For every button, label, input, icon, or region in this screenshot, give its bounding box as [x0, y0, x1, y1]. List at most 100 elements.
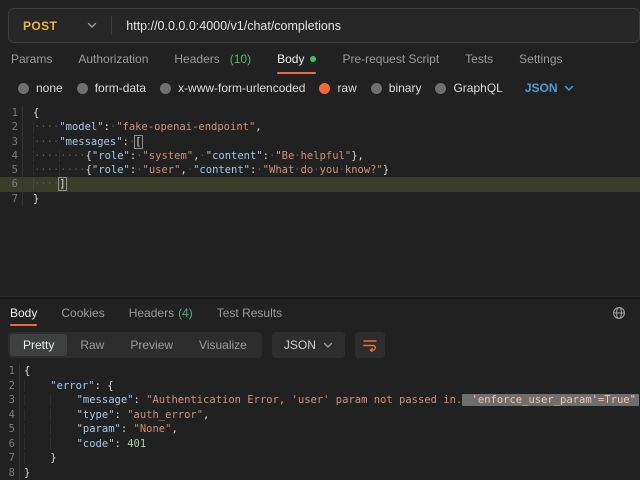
wrap-text-icon [362, 338, 378, 352]
code-line: 4 "type": "auth_error", [0, 408, 640, 423]
tab-label: Cookies [61, 306, 104, 320]
code-line: 6····] [0, 177, 640, 191]
mode-label: form-data [95, 81, 146, 95]
line-number: 3 [0, 393, 20, 408]
raw-type-label: JSON [525, 81, 558, 95]
indent-space: ···· [33, 150, 59, 162]
mode-graphql[interactable]: GraphQL [435, 81, 502, 95]
token: "What·do·you·know?" [263, 164, 383, 176]
indent-space [24, 394, 50, 406]
code-line: 7} [0, 192, 640, 206]
line-number: 7 [0, 192, 23, 206]
code-line: 7 } [0, 451, 640, 466]
token: } [50, 452, 56, 464]
response-tab-headers[interactable]: Headers(4) [129, 299, 193, 327]
mode-label: raw [337, 81, 356, 95]
mode-none[interactable]: none [18, 81, 63, 95]
token: : [121, 423, 134, 435]
mode-label: none [36, 81, 63, 95]
code-text: { [23, 106, 39, 120]
tab-label: Pre-request Script [342, 52, 439, 66]
space-dot: · [294, 150, 300, 162]
token: } [383, 164, 389, 176]
token: : [134, 394, 147, 406]
line-number: 2 [0, 379, 20, 394]
token: "Be·helpful" [275, 150, 351, 162]
request-tabs: Params Authorization Headers (10) Body Pre-re… [0, 43, 640, 75]
tab-count-badge: (10) [230, 52, 251, 66]
url-input[interactable]: http://0.0.0.0:4000/v1/chat/completions [112, 19, 341, 33]
globe-icon[interactable] [612, 299, 626, 327]
view-preview[interactable]: Preview [117, 334, 186, 356]
indent-space [50, 394, 76, 406]
radio-icon [77, 83, 88, 94]
token: } [33, 193, 39, 205]
wrap-text-button[interactable] [355, 332, 385, 358]
tab-label: Test Results [217, 306, 282, 320]
token: "content" [206, 150, 263, 162]
tab-tests[interactable]: Tests [465, 43, 493, 75]
mode-raw[interactable]: raw [319, 81, 356, 95]
line-number: 8 [0, 466, 20, 480]
line-number: 4 [0, 408, 20, 423]
response-body-viewer[interactable]: 1{2 "error": {3 "message": "Authenticati… [0, 364, 640, 480]
mode-x-www-form-urlencoded[interactable]: x-www-form-urlencoded [160, 81, 305, 95]
request-body-editor[interactable]: 1{2····"model":·"fake-openai-endpoint",3… [0, 106, 640, 296]
token: "Authentication Error, 'user' param not … [146, 394, 462, 406]
tab-headers[interactable]: Headers (10) [174, 43, 251, 75]
token: :· [123, 136, 136, 148]
code-line: 3 "message": "Authentication Error, 'use… [0, 393, 640, 408]
response-tabs: Body Cookies Headers(4) Test Results [0, 299, 640, 327]
indent-space: ···· [33, 178, 59, 190]
raw-type-dropdown[interactable]: JSON [525, 81, 574, 95]
mode-label: x-www-form-urlencoded [178, 81, 305, 95]
tab-pre-request-script[interactable]: Pre-request Script [342, 43, 439, 75]
response-tab-cookies[interactable]: Cookies [61, 299, 104, 327]
tab-authorization[interactable]: Authorization [78, 43, 148, 75]
token: "fake-openai-endpoint" [116, 121, 255, 133]
response-tab-body[interactable]: Body [10, 299, 37, 327]
tab-body[interactable]: Body [277, 43, 316, 75]
tab-label: Authorization [78, 52, 148, 66]
view-raw[interactable]: Raw [67, 334, 117, 356]
tab-params[interactable]: Params [11, 43, 52, 75]
token: "role" [92, 164, 130, 176]
response-tab-test-results[interactable]: Test Results [217, 299, 282, 327]
indent-space: ···· [33, 121, 59, 133]
code-line: 8} [0, 466, 640, 480]
code-text: "code": 401 [20, 437, 146, 452]
code-line: 6 "code": 401 [0, 437, 640, 452]
line-number: 3 [0, 135, 23, 149]
token: : [115, 438, 128, 450]
unsaved-dot-icon [310, 56, 316, 62]
view-visualize[interactable]: Visualize [186, 334, 260, 356]
token: [ [135, 136, 141, 148]
code-text: { [20, 364, 30, 379]
code-text: ········{"role":·"user",·"content":·"Wha… [23, 163, 389, 177]
tab-label: Headers [174, 52, 219, 66]
token: "param" [77, 423, 121, 435]
indent-space: ···· [59, 150, 85, 162]
view-pretty[interactable]: Pretty [10, 334, 67, 356]
mode-binary[interactable]: binary [371, 81, 422, 95]
line-number: 5 [0, 163, 23, 177]
indent-space [50, 438, 76, 450]
code-line: 5········{"role":·"user",·"content":·"Wh… [0, 163, 640, 177]
line-number: 2 [0, 120, 23, 134]
tab-settings[interactable]: Settings [519, 43, 562, 75]
active-tab-underline [10, 324, 37, 326]
token: :· [250, 164, 263, 176]
indent-space [50, 409, 76, 421]
mode-label: GraphQL [453, 81, 502, 95]
method-dropdown[interactable]: POST [9, 19, 111, 33]
token: :· [130, 164, 143, 176]
radio-icon [371, 83, 382, 94]
response-toolbar: PrettyRawPreviewVisualize JSON [8, 332, 632, 358]
token: "role" [92, 150, 130, 162]
tab-label: Tests [465, 52, 493, 66]
response-format-dropdown[interactable]: JSON [272, 332, 345, 358]
token: ,· [180, 164, 193, 176]
mode-form-data[interactable]: form-data [77, 81, 146, 95]
indent-space [24, 452, 50, 464]
token: "model" [59, 121, 103, 133]
